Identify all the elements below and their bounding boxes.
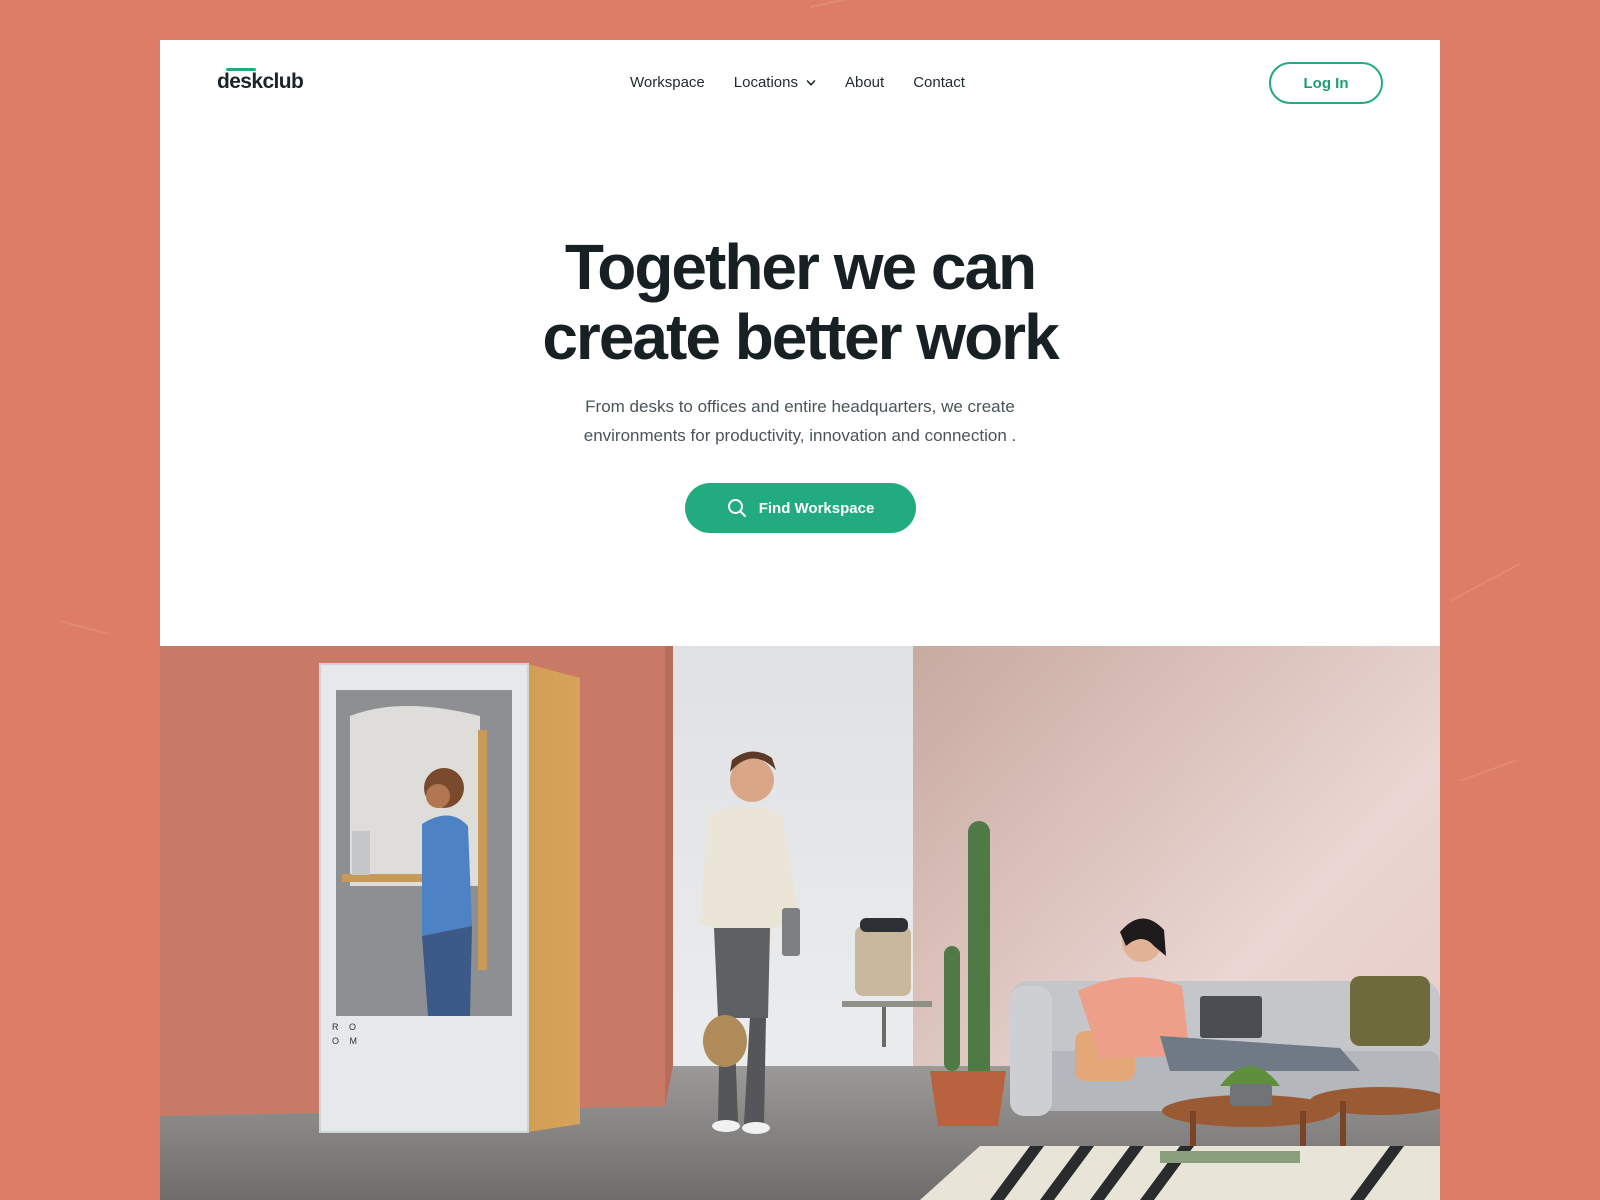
nav-item-label: Contact: [913, 74, 965, 91]
striped-rug: [920, 1146, 1440, 1200]
background-texture: [1449, 562, 1522, 602]
logo-text: deskclub: [217, 70, 304, 93]
nav-item-locations[interactable]: Locations: [734, 74, 816, 91]
hero-subtitle-line-2: environments for productivity, innovatio…: [583, 426, 1017, 445]
hero-subtitle-line-1: From desks to offices and entire headqua…: [585, 397, 1015, 416]
chevron-down-icon: [806, 79, 816, 86]
background-texture: [809, 0, 860, 8]
login-button[interactable]: Log In: [1269, 62, 1383, 104]
nav-item-about[interactable]: About: [845, 74, 884, 91]
nav-item-label: Workspace: [630, 74, 705, 91]
find-workspace-button[interactable]: Find Workspace: [685, 483, 916, 533]
logo-accent-bar: [226, 68, 256, 71]
phone-booth: R O O M: [319, 663, 580, 1133]
hero-title: Together we can create better work: [160, 232, 1440, 372]
search-icon: [727, 499, 746, 517]
booth-label-line-1: R O: [332, 1022, 360, 1032]
main-menu: Workspace Locations About Contact: [630, 74, 994, 91]
nav-item-workspace[interactable]: Workspace: [630, 74, 705, 91]
hero-photo: R O O M: [160, 646, 1440, 1200]
find-workspace-label: Find Workspace: [758, 499, 875, 517]
landing-page: deskclub Workspace Locations About Conta…: [160, 40, 1440, 1200]
booth-label-line-2: O M: [332, 1036, 361, 1046]
nav-item-label: About: [844, 74, 885, 91]
background-texture: [59, 620, 109, 635]
office-scene-illustration: R O O M: [160, 646, 1440, 1200]
nav-item-contact[interactable]: Contact: [913, 74, 965, 91]
logo[interactable]: deskclub: [217, 68, 304, 94]
background-texture: [1459, 759, 1517, 782]
hero-subtitle: From desks to offices and entire headqua…: [160, 392, 1440, 450]
top-navigation: deskclub Workspace Locations About Conta…: [160, 40, 1440, 126]
hero-title-line-2: create better work: [542, 301, 1059, 373]
nav-item-label: Locations: [733, 74, 798, 91]
hero-title-line-1: Together we can: [564, 231, 1037, 303]
